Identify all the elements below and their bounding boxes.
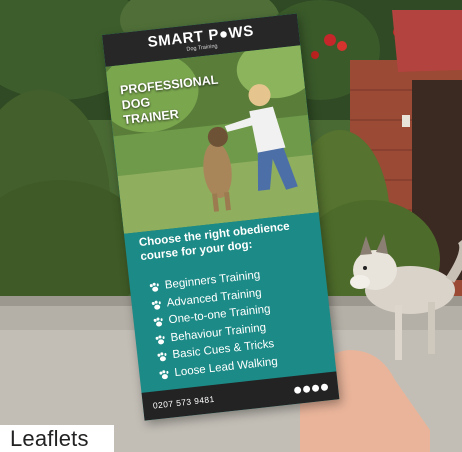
facebook-icon — [293, 385, 302, 394]
paw-icon — [159, 369, 170, 380]
caption-label: Leaflets — [0, 425, 114, 452]
paw-icon — [151, 300, 162, 310]
web-icon — [320, 382, 329, 391]
paw-icon — [153, 317, 164, 328]
paw-icon — [149, 282, 161, 293]
paw-icon — [155, 335, 166, 345]
paw-icon — [157, 352, 168, 362]
instagram-icon — [311, 383, 320, 392]
twitter-icon — [302, 384, 311, 393]
course-list: Beginners Training Advanced Training One… — [149, 266, 279, 383]
phone-number: 0207 573 9481 — [152, 393, 216, 411]
social-icons — [293, 382, 329, 394]
